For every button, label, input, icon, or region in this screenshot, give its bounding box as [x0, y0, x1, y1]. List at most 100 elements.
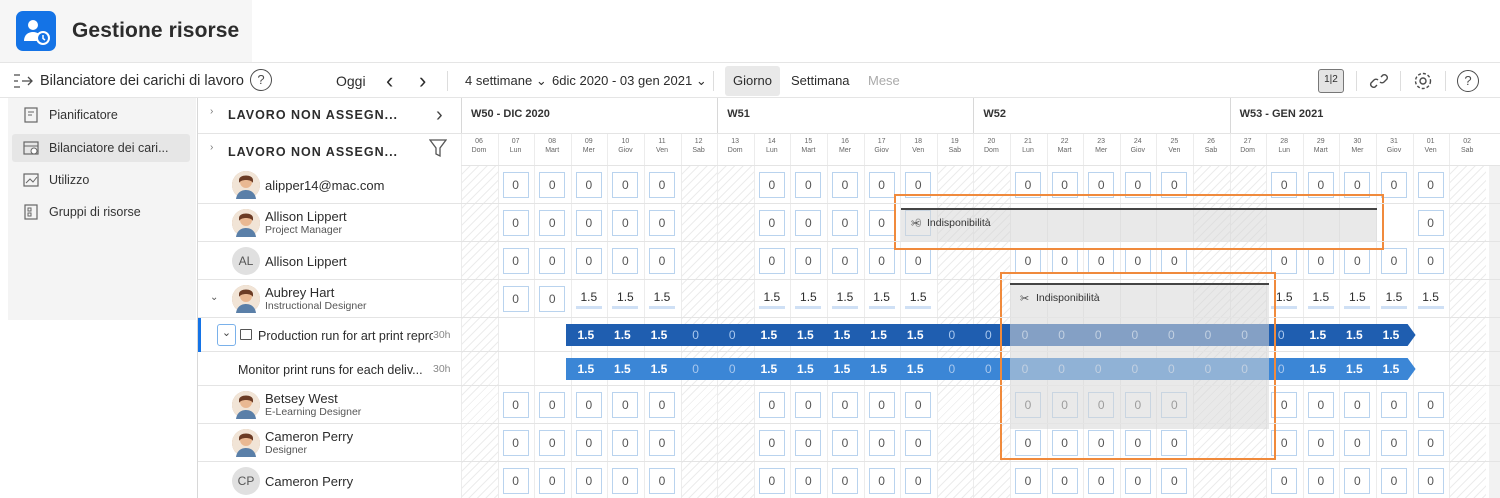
sidebar-item-resource-groups[interactable]: Gruppi di risorse	[12, 198, 190, 226]
workload-cell[interactable]: 0	[612, 468, 639, 494]
resource-name[interactable]: Cameron Perry	[265, 474, 353, 489]
workload-cell[interactable]: 0	[758, 468, 785, 494]
workload-cell[interactable]: 0	[1417, 172, 1444, 198]
workload-cell[interactable]: 0	[1051, 248, 1078, 274]
workload-cell[interactable]: 0	[758, 210, 785, 236]
workload-cell[interactable]: 0	[795, 392, 822, 418]
allocation-value[interactable]: 1.5	[905, 289, 932, 309]
workload-cell[interactable]: 0	[868, 248, 895, 274]
workload-cell[interactable]: 0	[1271, 468, 1298, 494]
allocation-value[interactable]: 1.5	[1417, 289, 1444, 309]
workload-cell[interactable]: 0	[832, 468, 858, 494]
workload-cell[interactable]: 0	[868, 210, 895, 236]
workload-cell[interactable]: 0	[649, 248, 675, 274]
resource-name[interactable]: Aubrey Hart	[265, 285, 334, 300]
allocation-value[interactable]: 1.5	[868, 289, 895, 309]
workload-cell[interactable]: 0	[795, 430, 822, 456]
allocation-value[interactable]: 1.5	[1344, 289, 1371, 309]
workload-cell[interactable]: 0	[1088, 248, 1115, 274]
unassigned-work-label-2[interactable]: LAVORO NON ASSEGN...	[228, 145, 398, 159]
workload-cell[interactable]: 0	[1051, 468, 1078, 494]
sidebar-item-planner[interactable]: Pianificatore	[12, 101, 190, 129]
expand-arrow-icon[interactable]: ›	[436, 104, 443, 127]
workload-cell[interactable]: 0	[502, 172, 529, 198]
link-icon[interactable]	[1369, 63, 1389, 99]
workload-cell[interactable]: 0	[1307, 392, 1334, 418]
chevron-right-icon[interactable]: ›	[210, 142, 213, 153]
allocation-value[interactable]: 1.5	[612, 289, 639, 309]
workload-cell[interactable]: 0	[758, 172, 785, 198]
workload-cell[interactable]: 0	[795, 468, 822, 494]
workload-cell[interactable]: 0	[905, 392, 932, 418]
workload-cell[interactable]: 0	[502, 392, 529, 418]
workload-cell[interactable]: 0	[905, 430, 932, 456]
collapse-panel-icon[interactable]	[12, 63, 34, 99]
workload-cell[interactable]: 0	[1307, 468, 1334, 494]
workload-cell[interactable]: 0	[575, 248, 602, 274]
resource-name[interactable]: Betsey West	[265, 391, 338, 406]
workload-cell[interactable]: 0	[905, 468, 932, 494]
workload-cell[interactable]: 0	[1417, 392, 1444, 418]
range-weeks-dropdown[interactable]: 4 settimane ⌄	[465, 63, 547, 99]
workload-cell[interactable]: 0	[795, 248, 822, 274]
workload-cell[interactable]: 0	[1381, 172, 1407, 198]
prev-arrow-icon[interactable]: ‹	[386, 63, 393, 99]
assignment-bar[interactable]: 1.51.51.5001.51.51.51.51.500000000001.51…	[566, 358, 1416, 380]
workload-cell[interactable]: 0	[612, 210, 639, 236]
work-item-name[interactable]: Production run for art print repro	[258, 329, 433, 343]
workload-cell[interactable]: 0	[1161, 468, 1188, 494]
workload-cell[interactable]: 0	[612, 248, 639, 274]
workload-cell[interactable]: 0	[1417, 248, 1444, 274]
workload-cell[interactable]: 0	[1381, 468, 1407, 494]
workload-cell[interactable]: 0	[1271, 248, 1298, 274]
workload-cell[interactable]: 0	[868, 392, 895, 418]
workload-cell[interactable]: 0	[1161, 248, 1188, 274]
workload-cell[interactable]: 0	[1124, 248, 1151, 274]
workload-cell[interactable]: 0	[1307, 430, 1334, 456]
allocation-value[interactable]: 1.5	[649, 289, 675, 309]
settings-gear-icon[interactable]	[1412, 63, 1434, 99]
workload-cell[interactable]: 0	[539, 210, 566, 236]
allocation-value[interactable]: 1.5	[795, 289, 822, 309]
split-view-button[interactable]: 1|2	[1318, 69, 1344, 93]
sidebar-item-workload-balancer[interactable]: Bilanciatore dei cari...	[12, 134, 190, 162]
workload-cell[interactable]: 0	[795, 210, 822, 236]
workload-cell[interactable]: 0	[539, 392, 566, 418]
filter-icon[interactable]	[428, 139, 448, 164]
workload-cell[interactable]: 0	[1344, 468, 1371, 494]
workload-cell[interactable]: 0	[868, 172, 895, 198]
workload-cell[interactable]: 0	[868, 468, 895, 494]
chevron-right-icon[interactable]: ›	[210, 106, 213, 117]
workload-cell[interactable]: 0	[905, 248, 932, 274]
workload-cell[interactable]: 0	[1015, 248, 1041, 274]
workload-cell[interactable]: 0	[575, 468, 602, 494]
help-icon[interactable]: ?	[250, 69, 272, 91]
workload-cell[interactable]: 0	[832, 430, 858, 456]
workload-cell[interactable]: 0	[1015, 468, 1041, 494]
workload-cell[interactable]: 0	[1344, 392, 1371, 418]
chevron-down-icon[interactable]: ⌄	[210, 292, 218, 303]
resource-name[interactable]: Allison Lippert	[265, 209, 347, 224]
allocation-value[interactable]: 1.5	[758, 289, 785, 309]
workload-cell[interactable]: 0	[1381, 392, 1407, 418]
workload-cell[interactable]: 0	[832, 172, 858, 198]
workload-cell[interactable]: 0	[502, 468, 529, 494]
workload-cell[interactable]: 0	[502, 248, 529, 274]
workload-cell[interactable]: 0	[539, 430, 566, 456]
workload-cell[interactable]: 0	[649, 430, 675, 456]
workload-cell[interactable]: 0	[539, 172, 566, 198]
view-day-button[interactable]: Giorno	[725, 66, 781, 96]
workload-cell[interactable]: 0	[832, 392, 858, 418]
allocation-value[interactable]: 1.5	[1381, 289, 1407, 309]
workload-cell[interactable]: 0	[575, 392, 602, 418]
workload-cell[interactable]: 0	[575, 172, 602, 198]
resource-management-icon[interactable]	[16, 11, 56, 51]
workload-cell[interactable]: 0	[758, 430, 785, 456]
workload-cell[interactable]: 0	[832, 210, 858, 236]
date-range-dropdown[interactable]: 6dic 2020 - 03 gen 2021 ⌄	[552, 63, 707, 99]
workload-cell[interactable]: 0	[1417, 468, 1444, 494]
help-icon-2[interactable]: ?	[1457, 70, 1479, 92]
workload-cell[interactable]: 0	[539, 468, 566, 494]
next-arrow-icon[interactable]: ›	[419, 63, 426, 99]
workload-cell[interactable]: 0	[612, 430, 639, 456]
